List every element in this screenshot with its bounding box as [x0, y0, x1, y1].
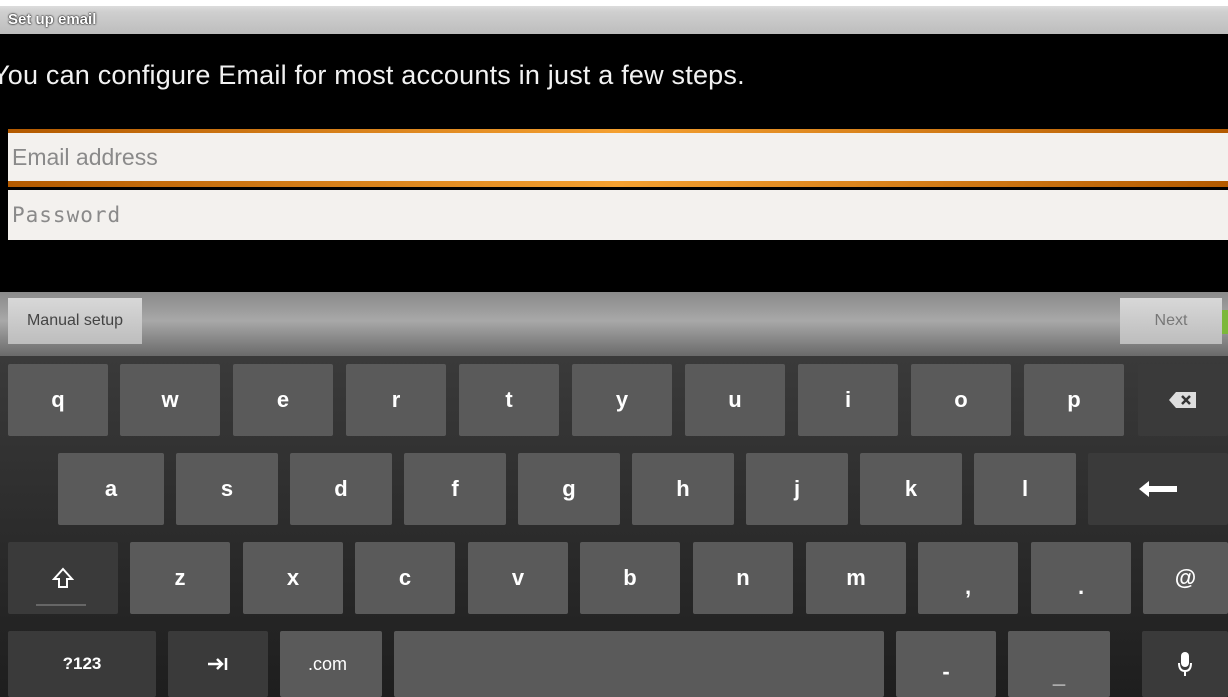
- dotcom-key[interactable]: .com: [280, 631, 382, 697]
- key-f[interactable]: f: [404, 453, 506, 525]
- key-x[interactable]: x: [243, 542, 343, 614]
- key-p[interactable]: p: [1024, 364, 1124, 436]
- soft-keyboard: q w e r t y u i o p a s d f g h j k l z …: [0, 356, 1228, 697]
- key-y[interactable]: y: [572, 364, 672, 436]
- key-j[interactable]: j: [746, 453, 848, 525]
- key-w[interactable]: w: [120, 364, 220, 436]
- key-b[interactable]: b: [580, 542, 680, 614]
- key-z[interactable]: z: [130, 542, 230, 614]
- key-period[interactable]: .: [1031, 542, 1131, 614]
- next-indicator: [1222, 310, 1228, 334]
- enter-icon: [1139, 481, 1177, 497]
- password-input[interactable]: [12, 190, 1228, 240]
- tab-icon: [208, 658, 228, 670]
- key-underscore[interactable]: _: [1008, 631, 1110, 697]
- key-l[interactable]: l: [974, 453, 1076, 525]
- shift-key[interactable]: [8, 542, 118, 614]
- key-t[interactable]: t: [459, 364, 559, 436]
- microphone-key[interactable]: [1142, 631, 1228, 697]
- shift-icon: [52, 567, 74, 588]
- shift-indicator: [36, 604, 86, 606]
- key-v[interactable]: v: [468, 542, 568, 614]
- spacebar[interactable]: [394, 631, 884, 697]
- key-at[interactable]: @: [1143, 542, 1228, 614]
- next-button[interactable]: Next: [1120, 298, 1222, 344]
- focus-underline: [8, 181, 1228, 187]
- key-q[interactable]: q: [8, 364, 108, 436]
- key-g[interactable]: g: [518, 453, 620, 525]
- title-bar: Set up email: [0, 0, 1228, 34]
- title: Set up email: [8, 11, 97, 28]
- key-comma[interactable]: ,: [918, 542, 1018, 614]
- key-r[interactable]: r: [346, 364, 446, 436]
- backspace-icon: [1169, 392, 1196, 408]
- email-input[interactable]: [12, 133, 1228, 181]
- key-m[interactable]: m: [806, 542, 906, 614]
- key-k[interactable]: k: [860, 453, 962, 525]
- key-dash[interactable]: -: [896, 631, 996, 697]
- key-e[interactable]: e: [233, 364, 333, 436]
- key-o[interactable]: o: [911, 364, 1011, 436]
- key-d[interactable]: d: [290, 453, 392, 525]
- action-bar: Manual setup Next: [0, 292, 1228, 356]
- key-i[interactable]: i: [798, 364, 898, 436]
- email-field[interactable]: [8, 133, 1228, 181]
- key-h[interactable]: h: [632, 453, 734, 525]
- instruction-text: You can configure Email for most account…: [0, 60, 745, 90]
- microphone-icon: [1178, 652, 1192, 676]
- tab-key[interactable]: [168, 631, 268, 697]
- key-u[interactable]: u: [685, 364, 785, 436]
- manual-setup-button[interactable]: Manual setup: [8, 298, 142, 344]
- backspace-key[interactable]: [1138, 364, 1228, 436]
- key-n[interactable]: n: [693, 542, 793, 614]
- symbols-key[interactable]: ?123: [8, 631, 156, 697]
- enter-key[interactable]: [1088, 453, 1228, 525]
- key-a[interactable]: a: [58, 453, 164, 525]
- password-field[interactable]: [8, 190, 1228, 240]
- key-s[interactable]: s: [176, 453, 278, 525]
- key-c[interactable]: c: [355, 542, 455, 614]
